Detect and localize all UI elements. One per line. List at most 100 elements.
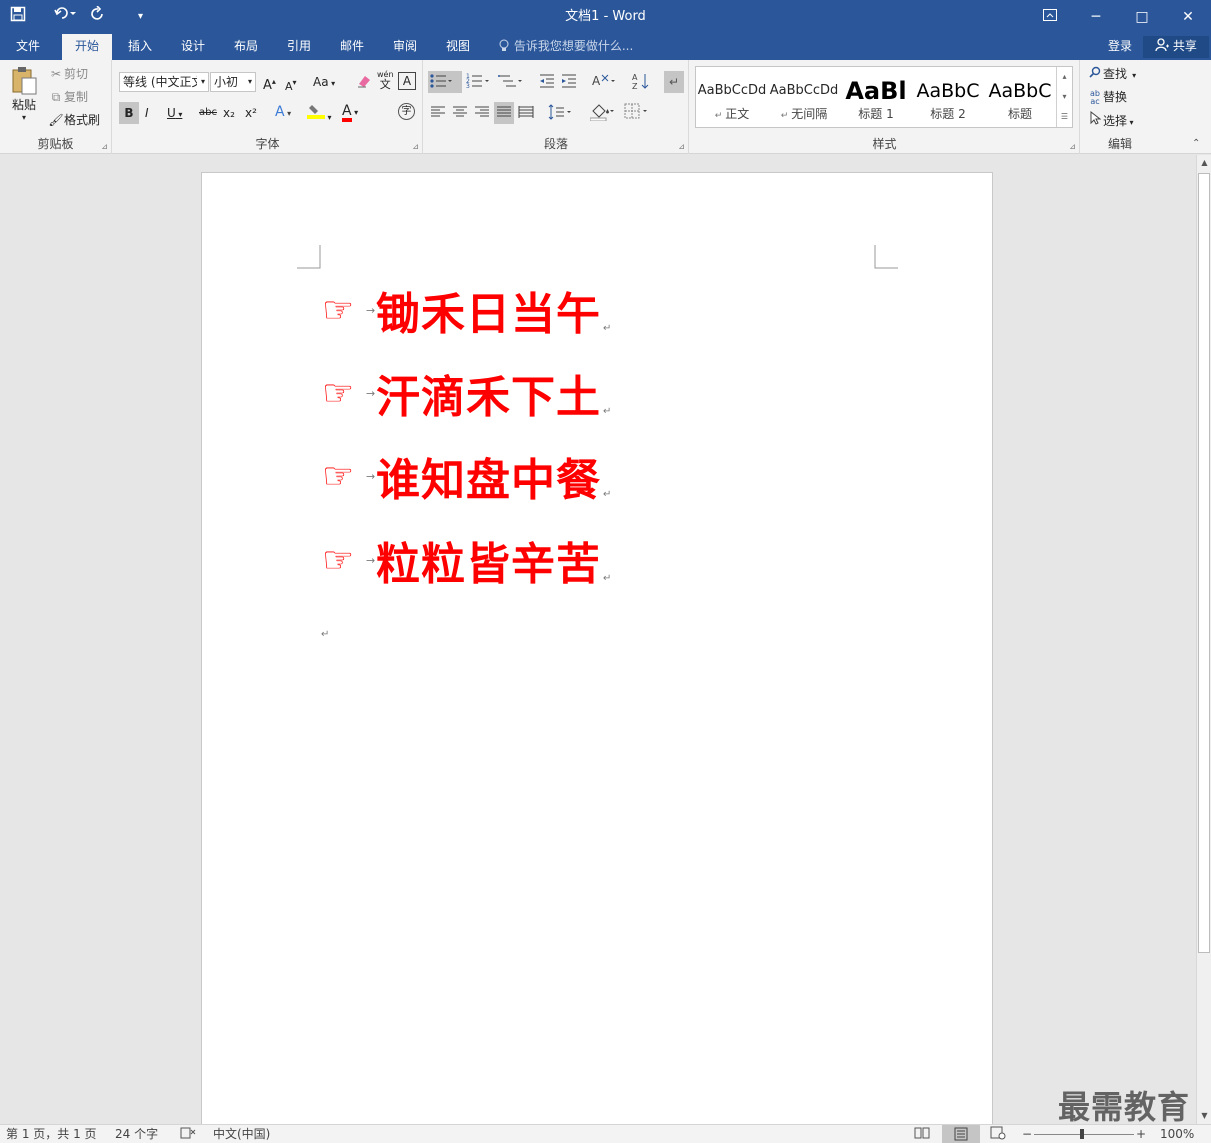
style-normal[interactable]: AaBbCcDd ↵ 正文 xyxy=(696,67,768,127)
chevron-up-icon[interactable]: ▴ xyxy=(1057,67,1072,87)
subscript-button[interactable]: x₂ xyxy=(223,104,235,122)
list-item[interactable]: ☞ → 粒粒皆辛苦 ↵ xyxy=(322,530,611,590)
read-mode-icon[interactable] xyxy=(914,1125,930,1143)
font-color-button[interactable]: A ▾ xyxy=(342,102,358,122)
print-layout-icon[interactable] xyxy=(942,1125,980,1143)
find-button[interactable]: 查找 ▾ xyxy=(1087,65,1136,85)
share-button[interactable]: 共享 xyxy=(1143,36,1209,58)
tab-mailings[interactable]: 邮件 xyxy=(328,34,376,60)
font-family-select[interactable]: 等线 (中文正文 ▾ xyxy=(119,72,209,92)
scroll-thumb[interactable] xyxy=(1198,173,1210,953)
maximize-button[interactable]: □ xyxy=(1119,0,1165,34)
svg-text:A: A xyxy=(632,73,638,82)
multilevel-list-button[interactable] xyxy=(498,71,524,96)
zoom-slider-track[interactable] xyxy=(1034,1134,1134,1135)
tab-file[interactable]: 文件 xyxy=(4,34,52,60)
underline-button[interactable]: U ▾ xyxy=(167,104,182,124)
bullets-button[interactable] xyxy=(428,71,462,93)
show-formatting-marks-button[interactable]: ↵ xyxy=(664,71,684,93)
distributed-button[interactable] xyxy=(518,104,534,125)
tab-layout[interactable]: 布局 xyxy=(222,34,270,60)
tab-home[interactable]: 开始 xyxy=(62,34,112,60)
collapse-ribbon-icon[interactable]: ⌃ xyxy=(1192,138,1200,149)
strikethrough-button[interactable]: abc xyxy=(199,104,217,122)
line-spacing-button[interactable] xyxy=(548,104,574,125)
shading-button[interactable] xyxy=(589,103,616,126)
paragraph-mark: ↵ xyxy=(321,629,330,640)
paste-button[interactable]: 粘贴 ▾ xyxy=(6,64,42,130)
style-no-spacing[interactable]: AaBbCcDd ↵ 无间隔 xyxy=(768,67,840,127)
shrink-font-button[interactable]: A▾ xyxy=(285,74,297,96)
close-button[interactable]: ✕ xyxy=(1165,0,1211,34)
dialog-launcher-icon[interactable]: ⊿ xyxy=(678,142,685,151)
superscript-button[interactable]: x² xyxy=(245,104,257,122)
login-link[interactable]: 登录 xyxy=(1108,34,1132,58)
dialog-launcher-icon[interactable]: ⊿ xyxy=(412,142,419,151)
tab-design[interactable]: 设计 xyxy=(169,34,217,60)
tab-references[interactable]: 引用 xyxy=(275,34,323,60)
minimize-button[interactable]: ─ xyxy=(1073,0,1119,34)
bold-button[interactable]: B xyxy=(119,102,139,124)
format-painter-button[interactable]: 🖌格式刷 xyxy=(48,111,100,129)
replace-icon: ab ac xyxy=(1090,88,1100,106)
chevron-down-icon[interactable]: ▾ xyxy=(1057,87,1072,107)
tab-view[interactable]: 视图 xyxy=(434,34,482,60)
replace-button[interactable]: ab ac 替换 xyxy=(1087,88,1127,106)
pointing-hand-icon: ☞ xyxy=(322,372,355,414)
zoom-out-button[interactable]: − xyxy=(1022,1125,1032,1143)
list-item[interactable]: ☞ → 谁知盘中餐 ↵ xyxy=(322,446,611,506)
document-page[interactable]: ☞ → 锄禾日当午 ↵ ☞ → 汗滴禾下土 ↵ ☞ → 谁知盘中餐 ↵ ☞ → … xyxy=(201,172,993,1132)
group-label-font: 字体 xyxy=(255,137,280,151)
align-right-button[interactable] xyxy=(474,104,490,125)
scroll-up-icon[interactable]: ▲ xyxy=(1197,155,1211,171)
text-effects-button[interactable]: A ▾ xyxy=(275,103,291,123)
web-layout-icon[interactable] xyxy=(990,1125,1006,1143)
chevron-down-icon: ▾ xyxy=(1127,71,1137,80)
cut-button[interactable]: ✂ 剪切 xyxy=(48,65,88,83)
character-border-button[interactable]: A xyxy=(398,72,416,90)
language-indicator[interactable]: 中文(中国) xyxy=(213,1125,270,1143)
highlight-button[interactable]: ▾ xyxy=(307,102,332,127)
increase-indent-button[interactable] xyxy=(560,71,578,96)
ribbon-display-options-icon[interactable] xyxy=(1027,0,1073,34)
align-left-button[interactable] xyxy=(430,104,446,125)
scroll-down-icon[interactable]: ▼ xyxy=(1197,1108,1211,1124)
align-center-button[interactable] xyxy=(452,104,468,125)
sort-button[interactable]: AZ xyxy=(632,71,650,96)
group-clipboard: 粘贴 ▾ ✂ 剪切 ⧉ 复制 🖌格式刷 剪贴板 ⊿ xyxy=(0,60,112,154)
borders-button[interactable] xyxy=(624,103,650,126)
paragraph-mark: ↵ xyxy=(603,573,612,584)
phonetic-guide-button[interactable]: wén 文 xyxy=(377,70,394,90)
enclose-characters-button[interactable]: 字 xyxy=(398,103,415,120)
justify-button[interactable] xyxy=(494,102,514,124)
copy-button[interactable]: ⧉ 复制 xyxy=(48,88,88,106)
style-heading-2[interactable]: AaBbC 标题 2 xyxy=(912,67,984,127)
tell-me-box[interactable]: 告诉我您想要做什么... xyxy=(498,34,633,58)
font-size-select[interactable]: 小初 ▾ xyxy=(210,72,256,92)
tab-review[interactable]: 审阅 xyxy=(381,34,429,60)
style-title[interactable]: AaBbC 标题 xyxy=(984,67,1056,127)
vertical-scrollbar[interactable]: ▲ ▼ xyxy=(1196,155,1211,1124)
select-button[interactable]: 选择 ▾ xyxy=(1087,110,1134,132)
list-item[interactable]: ☞ → 汗滴禾下土 ↵ xyxy=(322,363,611,423)
page-count[interactable]: 第 1 页，共 1 页 xyxy=(6,1125,97,1143)
clear-formatting-button[interactable] xyxy=(356,73,372,94)
decrease-indent-button[interactable] xyxy=(538,71,556,96)
zoom-slider-thumb[interactable] xyxy=(1080,1129,1084,1139)
change-case-button[interactable]: Aa ▾ xyxy=(313,73,335,93)
asian-layout-button[interactable]: A xyxy=(592,71,618,96)
list-item-text: 谁知盘中餐 xyxy=(376,455,601,506)
dialog-launcher-icon[interactable]: ⊿ xyxy=(1069,142,1076,151)
tab-insert[interactable]: 插入 xyxy=(116,34,164,60)
list-item[interactable]: ☞ → 锄禾日当午 ↵ xyxy=(322,280,611,340)
dialog-launcher-icon[interactable]: ⊿ xyxy=(101,142,108,151)
italic-button[interactable]: I xyxy=(145,104,149,122)
styles-scroller[interactable]: ▴ ▾ ☰ xyxy=(1056,67,1072,127)
chevron-down-icon: ▾ xyxy=(351,108,359,117)
grow-font-button[interactable]: A▴ xyxy=(263,73,276,95)
word-count[interactable]: 24 个字 xyxy=(115,1125,158,1143)
more-styles-icon[interactable]: ☰ xyxy=(1057,107,1072,127)
style-heading-1[interactable]: AaBl 标题 1 xyxy=(840,67,912,127)
numbering-button[interactable]: 123 xyxy=(466,71,492,96)
proofing-icon[interactable] xyxy=(180,1125,196,1143)
